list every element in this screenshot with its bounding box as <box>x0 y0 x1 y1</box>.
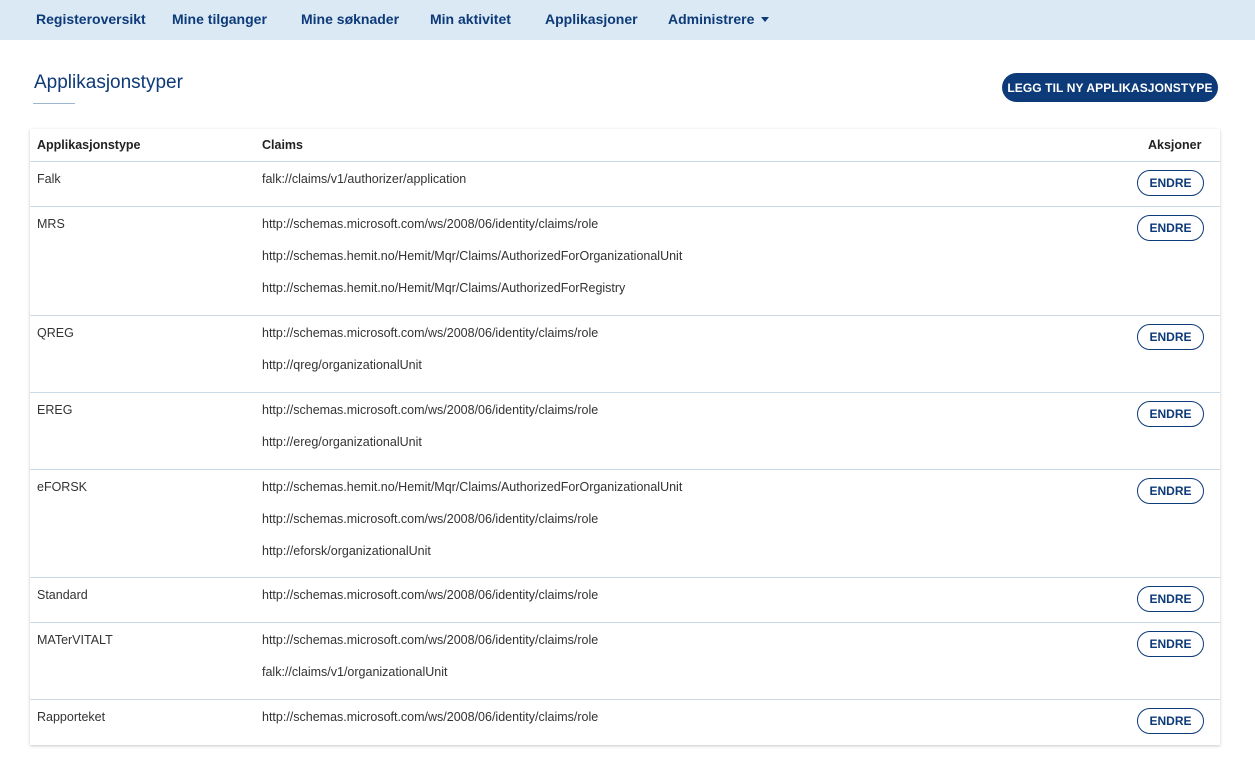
application-type-name: EREG <box>37 403 73 417</box>
claim-item: http://schemas.microsoft.com/ws/2008/06/… <box>262 512 599 526</box>
column-header-type: Applikasjonstype <box>37 138 141 152</box>
claim-item: http://schemas.hemit.no/Hemit/Mqr/Claims… <box>262 281 626 295</box>
table-row: EREG http://schemas.microsoft.com/ws/2008… <box>30 393 1220 470</box>
nav-item-applikasjoner[interactable]: Applikasjoner <box>545 0 638 40</box>
claim-item: http://schemas.microsoft.com/ws/2008/06/… <box>262 588 599 602</box>
nav-item-min-aktivitet[interactable]: Min aktivitet <box>430 0 511 40</box>
claims-list: http://schemas.microsoft.com/ws/2008/06/… <box>262 326 598 390</box>
claim-item: http://schemas.microsoft.com/ws/2008/06/… <box>262 217 599 231</box>
add-application-type-button[interactable]: LEGG TIL NY APPLIKASJONSTYPE <box>1002 73 1218 102</box>
edit-button[interactable]: ENDRE <box>1137 215 1204 241</box>
claim-item: http://schemas.microsoft.com/ws/2008/06/… <box>262 633 599 647</box>
claims-list: http://schemas.microsoft.com/ws/2008/06/… <box>262 217 682 313</box>
table-header: Applikasjonstype Claims Aksjoner <box>30 129 1220 162</box>
claims-list: http://schemas.microsoft.com/ws/2008/06/… <box>262 588 598 620</box>
nav-item-mine-tilganger[interactable]: Mine tilganger <box>172 0 267 40</box>
edit-button[interactable]: ENDRE <box>1137 631 1204 657</box>
table-row: Falk falk://claims/v1/authorizer/applicat… <box>30 162 1220 207</box>
application-types-table: Applikasjonstype Claims Aksjoner Falk fal… <box>30 129 1220 745</box>
edit-button[interactable]: ENDRE <box>1137 478 1204 504</box>
top-navigation: Registeroversikt Mine tilganger Mine søkna… <box>0 0 1255 40</box>
nav-item-mine-soknader[interactable]: Mine søknader <box>301 0 399 40</box>
table-body: Falk falk://claims/v1/authorizer/applicat… <box>30 162 1220 745</box>
claim-item: http://qreg/organizationalUnit <box>262 358 422 372</box>
claims-list: http://schemas.microsoft.com/ws/2008/06/… <box>262 710 598 742</box>
edit-button[interactable]: ENDRE <box>1137 401 1204 427</box>
claim-item: http://eforsk/organizationalUnit <box>262 544 431 558</box>
claim-item: http://schemas.microsoft.com/ws/2008/06/… <box>262 710 599 724</box>
page-title: Applikasjonstyper <box>34 72 183 93</box>
application-type-name: Rapporteket <box>37 710 106 724</box>
column-header-actions: Aksjoner <box>1148 138 1202 152</box>
nav-item-label: Administrere <box>668 11 755 27</box>
edit-button[interactable]: ENDRE <box>1137 708 1204 734</box>
claim-item: http://ereg/organizationalUnit <box>262 435 422 449</box>
table-row: QREG http://schemas.microsoft.com/ws/2008… <box>30 316 1220 393</box>
claims-list: falk://claims/v1/authorizer/application <box>262 172 466 204</box>
claim-item: http://schemas.microsoft.com/ws/2008/06/… <box>262 326 599 340</box>
edit-button[interactable]: ENDRE <box>1137 324 1204 350</box>
application-type-name: MRS <box>37 217 65 231</box>
edit-button[interactable]: ENDRE <box>1137 170 1204 196</box>
table-row: Rapporteket http://schemas.microsoft.com/… <box>30 700 1220 745</box>
claim-item: falk://claims/v1/authorizer/application <box>262 172 467 186</box>
claims-list: http://schemas.microsoft.com/ws/2008/06/… <box>262 633 598 697</box>
application-type-name: eFORSK <box>37 480 88 494</box>
claims-list: http://schemas.microsoft.com/ws/2008/06/… <box>262 403 598 467</box>
caret-down-icon <box>761 16 770 22</box>
table-row: MATerVITALT http://schemas.microsoft.com/… <box>30 623 1220 700</box>
claim-item: http://schemas.hemit.no/Hemit/Mqr/Claims… <box>262 480 683 494</box>
edit-button[interactable]: ENDRE <box>1137 586 1204 612</box>
table-row: eFORSK http://schemas.hemit.no/Hemit/Mqr/… <box>30 470 1220 578</box>
application-type-name: QREG <box>37 326 74 340</box>
claim-item: http://schemas.microsoft.com/ws/2008/06/… <box>262 403 599 417</box>
application-type-name: Standard <box>37 588 88 602</box>
column-header-claims: Claims <box>262 138 303 152</box>
claim-item: falk://claims/v1/organizationalUnit <box>262 665 448 679</box>
nav-item-administrere[interactable]: Administrere <box>668 0 770 40</box>
table-row: MRS http://schemas.microsoft.com/ws/2008/… <box>30 207 1220 316</box>
nav-item-registeroversikt[interactable]: Registeroversikt <box>36 0 146 40</box>
application-type-name: MATerVITALT <box>37 633 113 647</box>
claim-item: http://schemas.hemit.no/Hemit/Mqr/Claims… <box>262 249 683 263</box>
application-type-name: Falk <box>37 172 61 186</box>
table-row: Standard http://schemas.microsoft.com/ws/… <box>30 578 1220 623</box>
title-underline <box>33 103 75 104</box>
claims-list: http://schemas.hemit.no/Hemit/Mqr/Claims… <box>262 480 682 576</box>
